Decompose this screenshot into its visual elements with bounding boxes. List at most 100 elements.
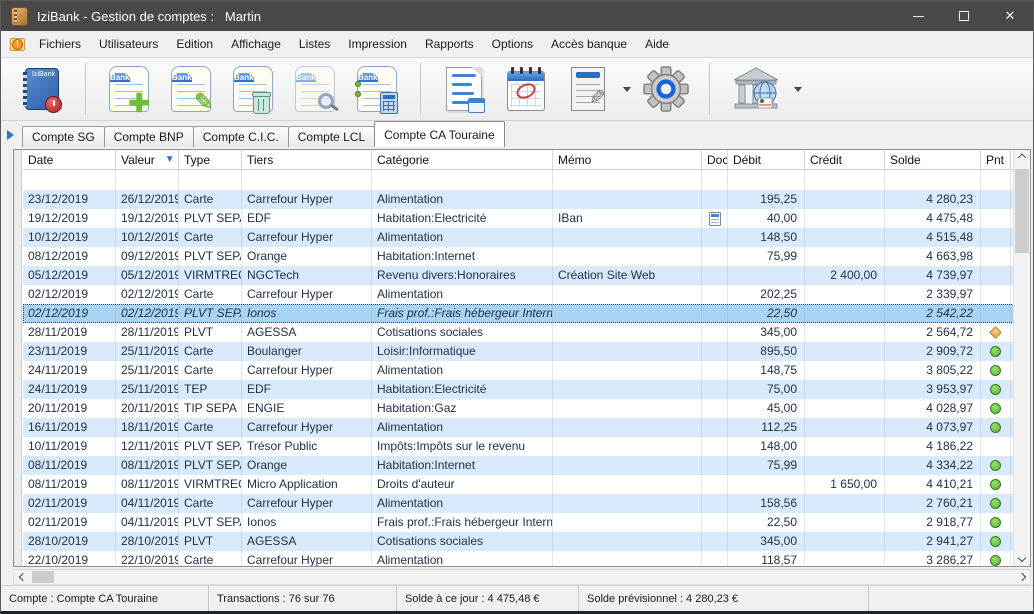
cell-type: PLVT (179, 323, 242, 342)
column-header-categorie[interactable]: Catégorie (372, 150, 553, 169)
column-header-pnt[interactable]: Pnt (981, 150, 1011, 169)
tab-compte-ca-touraine[interactable]: Compte CA Touraine (374, 121, 505, 147)
tab-compte-c-i-c[interactable]: Compte C.I.C. (193, 126, 289, 147)
scroll-left-button[interactable] (14, 570, 31, 584)
table-row[interactable]: 08/11/201908/11/2019VIRMTRECMicro Applic… (23, 475, 1030, 494)
table-row[interactable]: 24/11/201925/11/2019CarteCarrefour Hyper… (23, 361, 1030, 380)
table-row[interactable]: 02/12/201902/12/2019PLVT SEPAIonosFrais … (23, 304, 1030, 323)
tab-scroll-icon[interactable] (7, 130, 14, 140)
settings-button[interactable] (641, 61, 691, 117)
table-row[interactable]: 02/11/201904/11/2019PLVT SEPAIonosFrais … (23, 513, 1030, 532)
write-document-button[interactable]: ✎ (563, 61, 613, 117)
column-header-debit[interactable]: Débit (728, 150, 805, 169)
horizontal-scrollbar[interactable] (13, 569, 1031, 585)
online-banking-dropdown-icon[interactable] (794, 87, 802, 92)
column-header-tiers[interactable]: Tiers (242, 150, 372, 169)
pencil-icon: ✎ (589, 85, 606, 110)
menu-item-utilisateurs[interactable]: Utilisateurs (90, 33, 167, 55)
menu-item-edition[interactable]: Edition (167, 33, 222, 55)
tab-compte-sg[interactable]: Compte SG (22, 126, 105, 147)
cell-solde: 3 286,27 (885, 551, 981, 567)
scroll-right-button[interactable] (1013, 570, 1030, 584)
menu-item-aide[interactable]: Aide (636, 33, 678, 55)
menu-item-listes[interactable]: Listes (290, 33, 339, 55)
table-row[interactable]: 23/12/201926/12/2019CarteCarrefour Hyper… (23, 190, 1030, 209)
cell-doc (702, 513, 728, 532)
table-row[interactable]: 24/11/201925/11/2019TEPEDFHabitation:Ele… (23, 380, 1030, 399)
document-pencil-icon: ✎ (571, 67, 605, 111)
cell-date: 10/11/2019 (23, 437, 116, 456)
cell-type: PLVT SEPA (179, 209, 242, 228)
column-header-memo[interactable]: Mémo (553, 150, 702, 169)
cell-type: PLVT SEPA (179, 513, 242, 532)
menubar: FichiersUtilisateursEditionAffichageList… (1, 31, 1033, 58)
cell-doc (702, 380, 728, 399)
cell-tiers: Boulanger (242, 342, 372, 361)
tab-compte-lcl[interactable]: Compte LCL (288, 126, 375, 147)
close-button[interactable]: ✕ (987, 1, 1033, 31)
cell-pnt (981, 361, 1011, 380)
table-row[interactable]: 02/11/201904/11/2019CarteCarrefour Hyper… (23, 494, 1030, 513)
column-header-valeur[interactable]: Valeur▼ (116, 150, 179, 169)
vertical-scroll-thumb[interactable] (1015, 169, 1029, 253)
menu-item-affichage[interactable]: Affichage (222, 33, 290, 55)
planner-calendar-button[interactable] (501, 61, 551, 117)
table-row[interactable]: 10/12/201910/12/2019CarteCarrefour Hyper… (23, 228, 1030, 247)
table-row[interactable]: 22/10/201922/10/2019CarteCarrefour Hyper… (23, 551, 1030, 567)
cell-categorie: Alimentation (372, 285, 553, 304)
cell-valeur: 02/12/2019 (116, 285, 179, 304)
table-row[interactable]: 08/12/201909/12/2019PLVT SEPAOrangeHabit… (23, 247, 1030, 266)
add-transaction-button[interactable]: Bank ✚ (104, 61, 154, 117)
cell-doc (702, 475, 728, 494)
table-row[interactable]: 20/11/201920/11/2019TIP SEPAENGIEHabitat… (23, 399, 1030, 418)
cell-valeur: 25/11/2019 (116, 361, 179, 380)
horizontal-scroll-thumb[interactable] (32, 571, 54, 583)
menu-item-acc-s-banque[interactable]: Accès banque (542, 33, 636, 55)
table-row[interactable]: 28/10/201928/10/2019PLVTAGESSACotisation… (23, 532, 1030, 551)
search-transaction-button[interactable]: Bank (290, 61, 340, 117)
write-document-dropdown-icon[interactable] (623, 87, 631, 92)
schedule-document-button[interactable] (439, 61, 489, 117)
column-header-date[interactable]: Date (23, 150, 116, 169)
column-header-doc[interactable]: Doc (702, 150, 728, 169)
cell-categorie: Frais prof.:Frais hébergeur Internet (372, 513, 553, 532)
table-row[interactable]: 10/11/201912/11/2019PLVT SEPATrésor Publ… (23, 437, 1030, 456)
menu-item-options[interactable]: Options (483, 33, 542, 55)
table-row[interactable]: 19/12/201919/12/2019PLVT SEPAEDFHabitati… (23, 209, 1030, 228)
scroll-down-button[interactable] (1014, 549, 1030, 566)
table-row[interactable]: 28/11/201928/11/2019PLVTAGESSACotisation… (23, 323, 1030, 342)
cell-doc (702, 323, 728, 342)
tab-compte-bnp[interactable]: Compte BNP (104, 126, 194, 147)
menu-item-impression[interactable]: Impression (339, 33, 416, 55)
table-row[interactable]: 23/11/201925/11/2019CarteBoulangerLoisir… (23, 342, 1030, 361)
delete-transaction-button[interactable]: Bank (228, 61, 278, 117)
cell-valeur: 09/12/2019 (116, 247, 179, 266)
scroll-up-button[interactable] (1014, 150, 1030, 167)
cell-valeur: 10/12/2019 (116, 228, 179, 247)
menu-item-rapports[interactable]: Rapports (416, 33, 483, 55)
account-list-button[interactable]: Bank (352, 61, 402, 117)
minimize-button[interactable] (895, 1, 941, 31)
cell-type: VIRMTREC (179, 266, 242, 285)
pointed-green-icon (990, 479, 1001, 490)
chevron-right-icon (1017, 573, 1025, 581)
bank-list-icon: Bank (357, 66, 397, 112)
quit-izibank-button[interactable]: IziBank (17, 61, 67, 117)
cell-memo (553, 437, 702, 456)
column-header-credit[interactable]: Crédit (805, 150, 885, 169)
table-row[interactable]: 16/11/201918/11/2019CarteCarrefour Hyper… (23, 418, 1030, 437)
cell-type: Carte (179, 285, 242, 304)
vertical-scrollbar[interactable] (1013, 150, 1030, 566)
table-row[interactable]: 05/12/201905/12/2019VIRMTRECNGCTechReven… (23, 266, 1030, 285)
bank-globe-icon (730, 66, 782, 112)
edit-transaction-button[interactable]: Bank ✎ (166, 61, 216, 117)
column-header-type[interactable]: Type (179, 150, 242, 169)
menu-item-fichiers[interactable]: Fichiers (30, 33, 90, 55)
column-header-solde[interactable]: Solde (885, 150, 981, 169)
table-row[interactable]: 08/11/201908/11/2019PLVT SEPAOrangeHabit… (23, 456, 1030, 475)
table-row[interactable]: 02/12/201902/12/2019CarteCarrefour Hyper… (23, 285, 1030, 304)
cell-type: Carte (179, 342, 242, 361)
online-banking-button[interactable] (728, 61, 784, 117)
cell-date: 20/11/2019 (23, 399, 116, 418)
maximize-button[interactable] (941, 1, 987, 31)
